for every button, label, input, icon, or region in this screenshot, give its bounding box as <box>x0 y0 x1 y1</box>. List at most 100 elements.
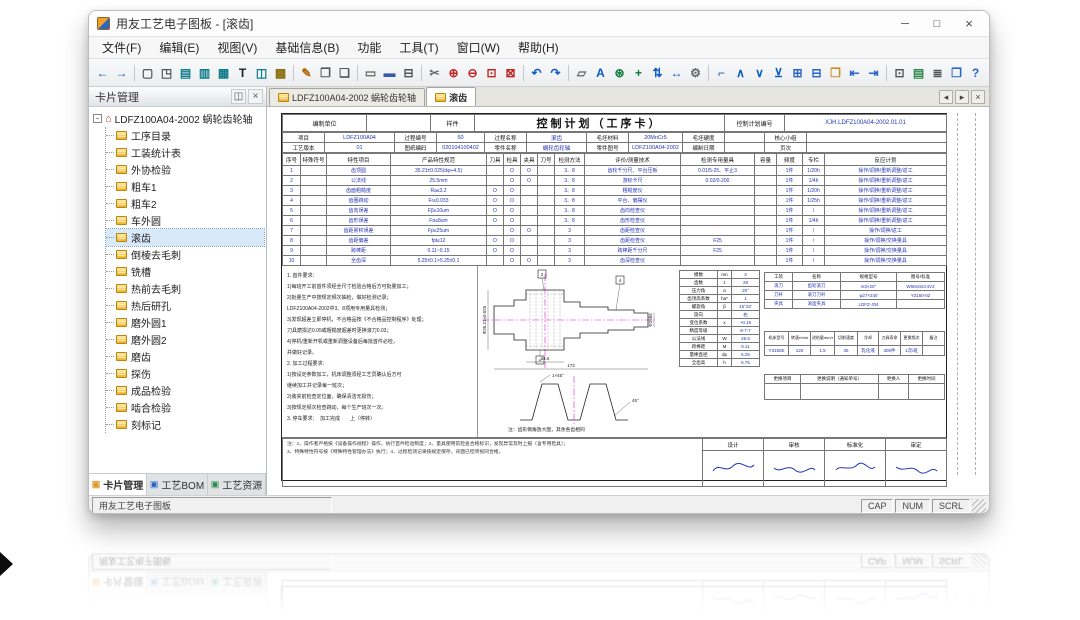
toolbar-separator[interactable] <box>883 64 890 82</box>
toolbar-separator[interactable] <box>131 64 138 82</box>
panel-tab[interactable]: ▣ 工艺资源 <box>208 474 266 495</box>
menu-item[interactable]: 编辑(E) <box>150 39 208 56</box>
card-header-row[interactable]: 项目LDFZ100A04 过程编号50 过程名称滚齿 毛坯材料20MnCr5 毛… <box>283 133 947 143</box>
resize-grip[interactable] <box>972 499 986 513</box>
region-select-icon[interactable]: ◳ <box>157 63 176 83</box>
table-row[interactable]: 4 齿圈跳动Fr≤0.033 OO 3、8平台、偏摆仪 1件1/25h 操作/调… <box>283 196 947 206</box>
zoom-fit-icon[interactable]: ⊠ <box>501 63 520 83</box>
resize-grip[interactable] <box>972 555 986 569</box>
tree-item[interactable]: 粗车2 <box>106 195 264 212</box>
tooling-row[interactable]: 刀杆滚刀刀杆 φ27×240Y3150-02 <box>765 291 945 300</box>
symbol-icon[interactable]: ⊛ <box>610 63 629 83</box>
library-icon[interactable]: ❒ <box>947 63 966 83</box>
drawing-zone[interactable]: Ф35.21±0.025 Ф25h6 64.5 172 2 <box>478 266 762 437</box>
close-button[interactable]: × <box>953 13 985 35</box>
signature-cell[interactable] <box>764 451 825 487</box>
tab-close-button[interactable]: × <box>971 90 985 104</box>
page-setup-icon[interactable]: ▱ <box>572 63 591 83</box>
document-viewport[interactable]: 编制单位 样件 控制计划（工序卡） 控制计划编号 XJH.LDFZ100A04-… <box>267 107 989 495</box>
menu-item[interactable]: 基础信息(B) <box>266 39 348 56</box>
tree-item[interactable]: 铣槽 <box>106 263 264 280</box>
table-row[interactable]: 5 齿向误差Fβ≤10um OO 3、8齿向检查仪 1件/ 操作/调换/重新调整… <box>283 206 947 216</box>
zoom-out-icon[interactable]: ⊖ <box>463 63 482 83</box>
table-row[interactable]: 7 齿距累积误差Fp≤25um O O 3齿距检查仪 1件/ 操作/调换/返工 <box>283 226 947 236</box>
pencil-icon[interactable]: ✎ <box>297 63 316 83</box>
tooling-row[interactable]: 滚刀齿轮滚刀 m3×20°W6Mo5Cr4V2 <box>765 282 945 291</box>
angle-down-icon[interactable]: ∨ <box>750 63 769 83</box>
tab-scroll-right-button[interactable]: ▸ <box>955 90 969 104</box>
table-row[interactable]: 3 齿面粗糙度Ra≤3.2 OO 3、8粗糙度仪 1件1/20h 操作/调换/重… <box>283 186 947 196</box>
tree-item[interactable]: 工序目录 <box>106 127 264 144</box>
toolbar-separator[interactable] <box>565 64 572 82</box>
tooling-row[interactable]: 夹具滚齿夹具 LDFZ-J04 <box>765 300 945 309</box>
table-row[interactable]: 1 齿顶圆35.21±0.025(dφ+4.5) O O 3、8齿轮千分尺、平台… <box>283 166 947 176</box>
move-icon[interactable]: ↔ <box>667 63 686 83</box>
change-row[interactable] <box>765 384 945 400</box>
xor-icon[interactable]: ⊻ <box>769 63 788 83</box>
image-icon[interactable]: ▩ <box>271 63 290 83</box>
table-row[interactable]: 10 全齿深5.25±0.1×5.25±0.1 O O 3齿深检查仪 1件/ 操… <box>283 256 947 266</box>
menu-item[interactable]: 视图(V) <box>208 39 266 56</box>
tree-item[interactable]: 探伤 <box>106 365 264 382</box>
help-icon[interactable]: ? <box>966 63 985 83</box>
merge-cell-icon[interactable]: ◫ <box>252 63 271 83</box>
prev-card-icon[interactable]: ⇤ <box>845 63 864 83</box>
panel-tab[interactable]: ▣ 工艺资源 <box>208 572 266 593</box>
panel-tab[interactable]: ▣ 卡片管理 <box>89 572 147 593</box>
document-tab[interactable]: LDFZ100A04-2002 蜗轮齿轮轴 <box>269 88 425 106</box>
back-icon[interactable]: ← <box>93 63 112 83</box>
paste-icon[interactable]: ❏ <box>335 63 354 83</box>
table-row[interactable]: 8 齿距偏差fpt≤12 OO 3齿距检查仪 F25 1件/ 操作/调换/交换量… <box>283 236 947 246</box>
panel-tab[interactable]: ▣ 工艺BOM <box>147 572 208 593</box>
tree-item[interactable]: 成品检验 <box>106 382 264 399</box>
folder-icon[interactable]: ❒ <box>826 63 845 83</box>
card-add-icon[interactable]: ⊞ <box>788 63 807 83</box>
tree-item[interactable]: 热后研孔 <box>106 297 264 314</box>
align-top-icon[interactable]: ▤ <box>176 63 195 83</box>
book-icon[interactable]: ▤ <box>909 63 928 83</box>
tree-item[interactable]: 刻标记 <box>106 416 264 433</box>
swap-icon[interactable]: ⇅ <box>648 63 667 83</box>
font-icon[interactable]: A <box>591 63 610 83</box>
zoom-window-icon[interactable]: ⊡ <box>482 63 501 83</box>
settings-icon[interactable]: ⚙ <box>686 63 705 83</box>
tree-item[interactable]: 热前去毛刺 <box>106 280 264 297</box>
menu-item[interactable]: 窗口(W) <box>448 39 509 56</box>
save-icon[interactable]: ▬ <box>380 63 399 83</box>
tree-item[interactable]: 粗车1 <box>106 178 264 195</box>
menu-item[interactable]: 帮助(H) <box>509 39 568 56</box>
forward-icon[interactable]: → <box>112 63 131 83</box>
signature-cell[interactable] <box>703 451 764 487</box>
new-card-icon[interactable]: ▭ <box>361 63 380 83</box>
undo-icon[interactable]: ↶ <box>527 63 546 83</box>
tree-item[interactable]: 磨外圆1 <box>106 314 264 331</box>
text-tool-icon[interactable]: T <box>233 63 252 83</box>
panel-tab[interactable]: ▣ 卡片管理 <box>89 474 147 495</box>
toolbar-separator[interactable] <box>705 64 712 82</box>
copy-icon[interactable]: ❐ <box>316 63 335 83</box>
toolbar-separator[interactable] <box>418 64 425 82</box>
document-viewport[interactable]: 编制单位 样件 控制计划（工序卡） 控制计划编号 XJH.LDFZ100A04-… <box>267 572 989 620</box>
table-row[interactable]: 9 跨棒距0.11~0.15 OO 3跨棒距千分尺 F25 1件/ 操作/调换/… <box>283 246 947 256</box>
line-draw-icon[interactable]: ⌐ <box>712 63 731 83</box>
menu-item[interactable]: 工具(T) <box>390 39 447 56</box>
cutting-row[interactable]: Y3150E120 1.535 乳化液300件 1次/班 <box>765 346 945 356</box>
maximize-button[interactable]: □ <box>921 13 953 35</box>
control-plan-number[interactable]: XJH.LDFZ100A04-2002.01.01 <box>785 115 947 132</box>
toolbar-separator[interactable] <box>520 64 527 82</box>
tree-item[interactable]: 啮合检验 <box>106 399 264 416</box>
signature-cell[interactable] <box>825 451 886 487</box>
signature-cell[interactable] <box>764 581 825 617</box>
signature-cell[interactable] <box>825 581 886 617</box>
table-row[interactable]: 2 公法线25.5mm O O 3、8游标卡尺 0.02/0-200 1件1/4… <box>283 176 947 186</box>
cut-icon[interactable]: ✂ <box>425 63 444 83</box>
tab-scroll-left-button[interactable]: ◂ <box>939 90 953 104</box>
align-middle-icon[interactable]: ▥ <box>195 63 214 83</box>
pin-icon[interactable]: ◫ <box>231 89 246 104</box>
document-tab[interactable]: 滚齿 <box>426 87 476 106</box>
print-icon[interactable]: ⊟ <box>399 63 418 83</box>
tree-item[interactable]: 工装统计表 <box>106 144 264 161</box>
table-row[interactable]: 6 齿形误差Fα≤8um OO 3、8齿形检查仪 1件1/4h 操作/调换/重新… <box>283 216 947 226</box>
toolbar-separator[interactable] <box>290 64 297 82</box>
signature-cell[interactable] <box>886 451 947 487</box>
